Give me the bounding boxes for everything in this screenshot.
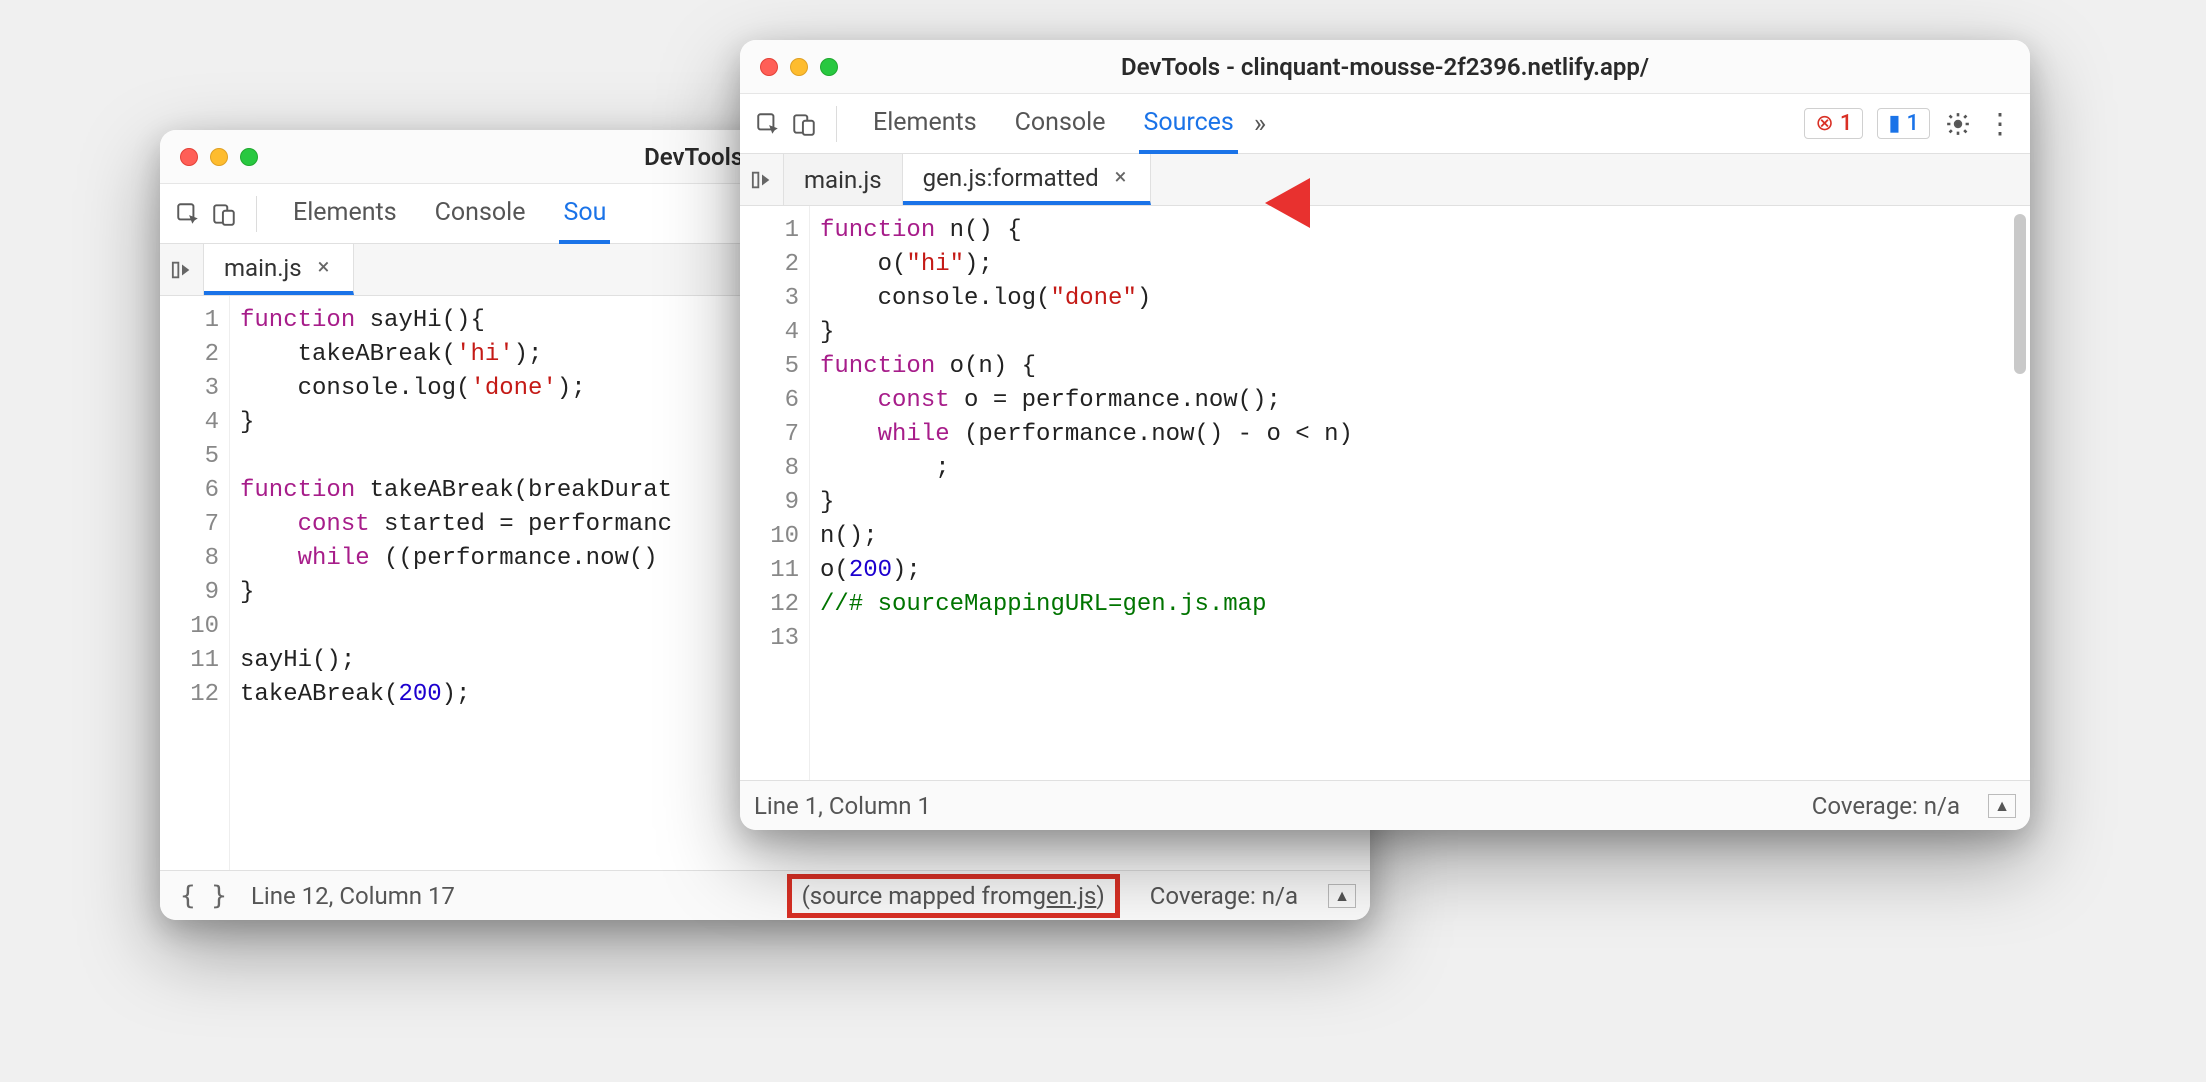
file-tab-gen-js-formatted[interactable]: gen.js:formatted × bbox=[903, 154, 1152, 205]
file-tab-main-js[interactable]: main.js × bbox=[204, 244, 354, 295]
window-title: DevTools - clinquant-mousse-2f2396.netli… bbox=[1121, 53, 1649, 81]
code-content[interactable]: function sayHi(){ takeABreak('hi'); cons… bbox=[230, 296, 672, 870]
close-button[interactable] bbox=[760, 58, 778, 76]
device-toggle-icon[interactable] bbox=[210, 200, 238, 228]
device-toggle-icon[interactable] bbox=[790, 110, 818, 138]
line-gutter: 12345678910111213 bbox=[740, 206, 810, 780]
kebab-menu-icon[interactable]: ⋮ bbox=[1986, 107, 2016, 140]
tab-console[interactable]: Console bbox=[1011, 94, 1110, 154]
pretty-print-icon[interactable]: { } bbox=[174, 881, 233, 911]
maximize-button[interactable] bbox=[240, 148, 258, 166]
devtools-window-right: DevTools - clinquant-mousse-2f2396.netli… bbox=[740, 40, 2030, 830]
error-count-badge[interactable]: ⊗ 1 bbox=[1804, 108, 1863, 139]
show-navigator-icon[interactable] bbox=[740, 154, 784, 205]
cursor-position: Line 12, Column 17 bbox=[251, 882, 455, 910]
show-navigator-icon[interactable] bbox=[160, 244, 204, 295]
info-count-badge[interactable]: ▮ 1 bbox=[1877, 108, 1930, 139]
tab-sources[interactable]: Sources bbox=[1139, 94, 1237, 154]
tab-elements[interactable]: Elements bbox=[289, 184, 401, 244]
minimize-button[interactable] bbox=[210, 148, 228, 166]
line-gutter: 123456789101112 bbox=[160, 296, 230, 870]
status-bar: { } Line 12, Column 17 (source mapped fr… bbox=[160, 870, 1370, 920]
toggle-bottom-panel-icon[interactable]: ▲ bbox=[1988, 794, 2016, 818]
inspect-icon[interactable] bbox=[174, 200, 202, 228]
devtools-toolbar: Elements Console Sources » ⊗ 1 ▮ 1 ⋮ bbox=[740, 94, 2030, 154]
panel-tabs: Elements Console Sou bbox=[289, 184, 610, 244]
coverage-status: Coverage: n/a bbox=[1812, 792, 1960, 820]
close-button[interactable] bbox=[180, 148, 198, 166]
more-tabs-icon[interactable]: » bbox=[1246, 109, 1274, 139]
tab-console[interactable]: Console bbox=[431, 184, 530, 244]
tab-elements[interactable]: Elements bbox=[869, 94, 981, 154]
titlebar: DevTools - clinquant-mousse-2f2396.netli… bbox=[740, 40, 2030, 94]
code-content[interactable]: function n() { o("hi"); console.log("don… bbox=[810, 206, 1353, 780]
settings-gear-icon[interactable] bbox=[1944, 110, 1972, 138]
toggle-bottom-panel-icon[interactable]: ▲ bbox=[1328, 884, 1356, 908]
file-tab-label: main.js bbox=[224, 254, 302, 282]
source-mapped-notice: (source mapped from gen.js ) bbox=[787, 874, 1120, 918]
info-icon: ▮ bbox=[1888, 111, 1900, 136]
maximize-button[interactable] bbox=[820, 58, 838, 76]
panel-tabs: Elements Console Sources bbox=[869, 94, 1238, 154]
close-tab-icon[interactable]: × bbox=[314, 253, 334, 282]
file-tabstrip: main.js gen.js:formatted × bbox=[740, 154, 2030, 206]
file-tab-label: gen.js:formatted bbox=[923, 164, 1099, 192]
close-tab-icon[interactable]: × bbox=[1111, 163, 1131, 192]
coverage-status: Coverage: n/a bbox=[1150, 882, 1298, 910]
status-bar: Line 1, Column 1 Coverage: n/a ▲ bbox=[740, 780, 2030, 830]
mapped-from-link[interactable]: gen.js bbox=[1032, 882, 1096, 910]
code-editor[interactable]: 12345678910111213 function n() { o("hi")… bbox=[740, 206, 2030, 780]
tab-sources[interactable]: Sou bbox=[559, 184, 610, 244]
error-icon: ⊗ bbox=[1815, 111, 1833, 136]
minimize-button[interactable] bbox=[790, 58, 808, 76]
vertical-scrollbar[interactable] bbox=[2014, 214, 2026, 374]
window-controls bbox=[760, 58, 838, 76]
cursor-position: Line 1, Column 1 bbox=[754, 792, 931, 820]
file-tab-label: main.js bbox=[804, 166, 882, 194]
inspect-icon[interactable] bbox=[754, 110, 782, 138]
window-controls bbox=[180, 148, 258, 166]
file-tab-main-js[interactable]: main.js bbox=[784, 154, 903, 205]
